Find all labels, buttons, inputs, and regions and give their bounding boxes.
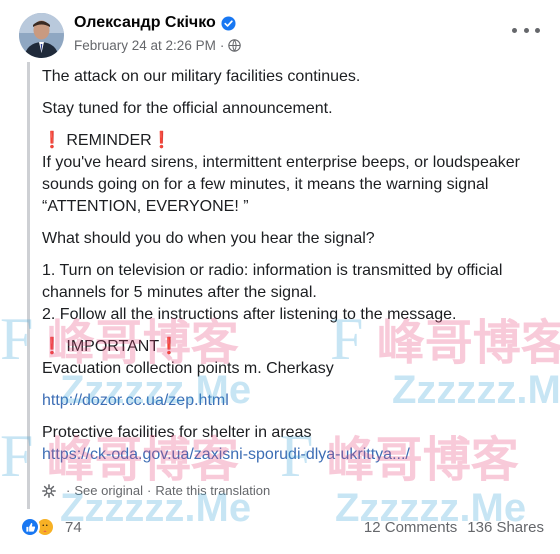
exclamation-icon: ❗ [42,132,62,149]
see-original-link[interactable]: See original [74,483,143,498]
author-name[interactable]: Олександр Скічко [74,14,216,32]
gear-icon [42,483,56,498]
reaction-count: 74 [65,518,82,536]
post-line-stay-tuned: Stay tuned for the official announcement… [42,100,333,117]
author-name-row: Олександр Скічко [74,14,236,32]
shares-count-link[interactable]: 136 Shares [467,519,544,536]
reactions-summary[interactable]: 74 [20,517,82,537]
green-exclamation-icon: ❗ [159,338,180,355]
engagement-counts: 12 Comments 136 Shares [364,519,544,536]
post-meta: February 24 at 2:26 PM · [74,38,242,53]
exclamation-icon: ❗ [42,338,62,355]
like-reaction-icon [20,517,40,537]
globe-icon[interactable] [228,39,242,52]
more-dot [535,27,540,33]
more-options-button[interactable] [512,21,540,39]
important-label: IMPORTANT [61,338,160,355]
facebook-post: Олександр Скічко February 24 at 2:26 PM … [0,0,560,554]
more-dot [512,27,517,33]
translation-bar: · See original · Rate this translation [42,483,270,498]
post-line-attack: The attack on our military facilities co… [42,68,361,85]
author-avatar[interactable] [19,13,64,58]
meta-separator: · [219,38,225,53]
shelter-text: Protective facilities for shelter in are… [42,424,312,441]
post-timestamp[interactable]: February 24 at 2:26 PM [74,38,216,53]
comments-count-link[interactable]: 12 Comments [364,519,457,536]
reminder-label: REMINDER [61,132,152,149]
reminder-heading: ❗ REMINDER❗ [42,130,552,152]
instruction-step-1: 1. Turn on television or radio: informat… [42,262,503,301]
evacuation-text: Evacuation collection points m. Cherkasy [42,360,334,377]
important-heading: ❗ IMPORTANT❗ [42,336,552,358]
more-dot [523,27,529,33]
rate-translation-link[interactable]: Rate this translation [155,483,270,498]
exclamation-icon: ❗ [151,132,172,149]
shelter-link[interactable]: https://ck-oda.gov.ua/zaxisni-sporudi-dl… [42,446,410,463]
evacuation-link[interactable]: http://dozor.cc.ua/zep.html [42,392,229,409]
translation-separator: · [147,483,152,498]
post-text: The attack on our military facilities co… [42,66,552,476]
verified-badge-icon [221,15,236,31]
instruction-step-2: 2. Follow all the instructions after lis… [42,306,457,323]
translation-separator: · [66,483,71,498]
signal-question: What should you do when you hear the sig… [42,230,375,247]
reminder-text: If you've heard sirens, intermittent ent… [42,154,520,215]
translation-quote-bar [27,62,30,509]
